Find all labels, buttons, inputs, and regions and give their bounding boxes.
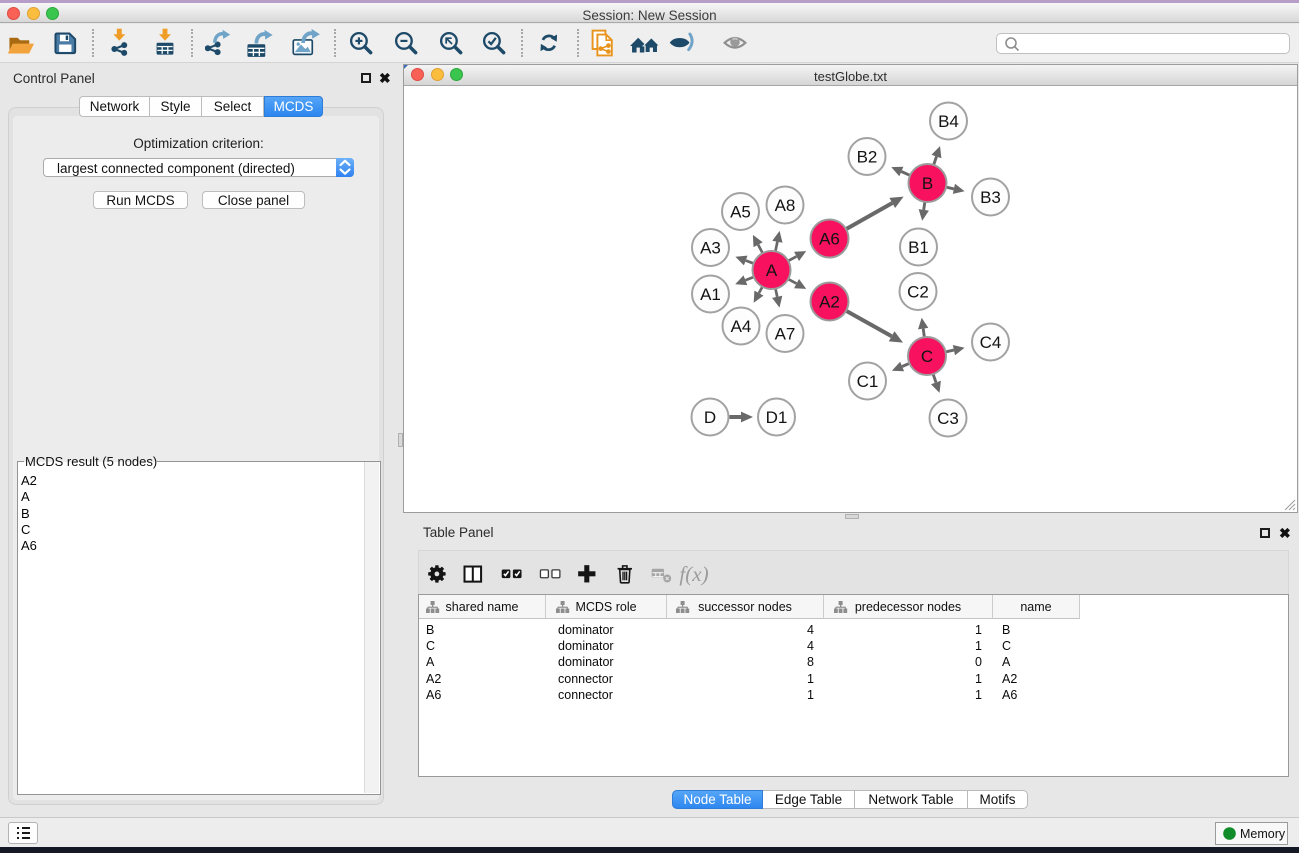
svg-text:A6: A6 (819, 230, 840, 249)
svg-text:A8: A8 (775, 196, 796, 215)
svg-text:B2: B2 (857, 148, 878, 167)
svg-text:A2: A2 (819, 293, 840, 312)
svg-text:A1: A1 (700, 285, 721, 304)
svg-text:D1: D1 (766, 408, 788, 427)
svg-text:C: C (921, 347, 933, 366)
svg-text:B: B (922, 174, 933, 193)
svg-text:A7: A7 (775, 325, 796, 344)
svg-text:A3: A3 (700, 239, 721, 258)
svg-text:B1: B1 (908, 238, 929, 257)
svg-text:A5: A5 (730, 203, 751, 222)
svg-text:f(x): f(x) (679, 562, 708, 586)
svg-text:A: A (766, 261, 778, 280)
svg-text:C4: C4 (980, 333, 1002, 352)
svg-text:D: D (704, 408, 716, 427)
svg-text:B4: B4 (938, 112, 959, 131)
svg-text:A4: A4 (731, 317, 752, 336)
svg-text:B3: B3 (980, 188, 1001, 207)
svg-text:C2: C2 (907, 283, 929, 302)
svg-text:C1: C1 (857, 372, 879, 391)
svg-text:C3: C3 (937, 409, 959, 428)
